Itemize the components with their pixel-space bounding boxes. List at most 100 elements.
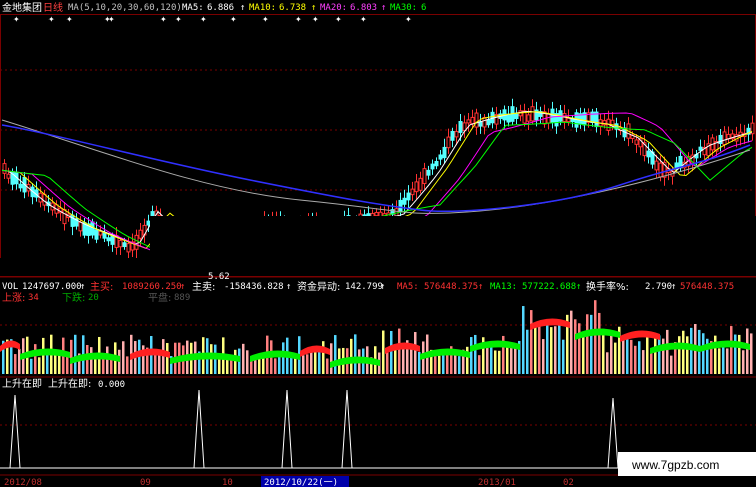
volume-bar bbox=[626, 335, 629, 374]
volume-bar bbox=[642, 350, 645, 374]
occlusion-band bbox=[0, 258, 190, 276]
volume-bar bbox=[246, 350, 249, 374]
volume-bar bbox=[302, 355, 305, 374]
candle-body bbox=[634, 139, 639, 145]
volume-bar bbox=[630, 339, 633, 374]
ma20-label: MA20: bbox=[320, 3, 347, 13]
x-tick-label: 02 bbox=[563, 478, 574, 487]
volume-bar bbox=[682, 330, 685, 374]
flat-count-label: 平盘: bbox=[148, 291, 171, 304]
volume-bar bbox=[294, 357, 297, 374]
candle-body bbox=[78, 221, 83, 232]
volume-bar bbox=[570, 310, 573, 374]
ma20-arrow: ↑ bbox=[381, 3, 386, 13]
candle-body bbox=[426, 169, 431, 176]
signal-marker-icon: ✦ bbox=[312, 15, 319, 24]
volume-bar bbox=[578, 323, 581, 374]
candle-body bbox=[134, 234, 139, 250]
turnover-label: 换手率%: bbox=[586, 280, 629, 293]
volume-bar bbox=[42, 337, 45, 374]
volume-bar bbox=[522, 306, 525, 374]
volume-bar bbox=[70, 339, 73, 374]
main-sell-label: 主卖: bbox=[192, 281, 215, 293]
indicator-line-label: 上升在即: bbox=[48, 378, 91, 390]
fund-flow-value: 142.799 bbox=[345, 282, 383, 292]
fund-flow-label: 资金异动: bbox=[297, 280, 340, 293]
main-buy-value: 1089260.250 bbox=[122, 282, 182, 292]
period-label[interactable]: 日线 bbox=[43, 1, 63, 14]
candle-body bbox=[474, 112, 479, 128]
candle-body bbox=[526, 114, 531, 122]
volume-bar bbox=[534, 324, 537, 374]
volume-bar bbox=[582, 333, 585, 374]
volume-bar bbox=[702, 333, 705, 374]
volume-bar bbox=[318, 351, 321, 374]
volume-bar bbox=[226, 358, 229, 374]
volume-bar bbox=[730, 326, 733, 374]
volume-bar bbox=[334, 335, 337, 374]
volume-bar bbox=[722, 343, 725, 374]
volume-bar bbox=[586, 314, 589, 374]
up-count-value: 34 bbox=[28, 293, 39, 303]
candle-body bbox=[450, 131, 455, 141]
candle-body bbox=[458, 121, 463, 133]
volume-bar bbox=[734, 334, 737, 374]
candle-body bbox=[402, 197, 407, 205]
volume-bar bbox=[354, 334, 357, 374]
volume-bar bbox=[746, 328, 749, 374]
candle-body bbox=[658, 162, 663, 178]
stock-name: 金地集团 bbox=[2, 1, 42, 14]
ma10-value: 6.738 bbox=[279, 3, 306, 13]
volume-bar bbox=[750, 333, 753, 374]
main-sell-value: -158436.828 bbox=[224, 282, 284, 292]
volume-bar bbox=[90, 347, 93, 374]
x-tick-label: 2013/01 bbox=[478, 478, 516, 487]
candle-body bbox=[654, 160, 659, 171]
volume-bar bbox=[646, 336, 649, 374]
volume-bar bbox=[158, 354, 161, 374]
candle-body bbox=[146, 220, 151, 226]
volume-bar bbox=[386, 351, 389, 374]
ma60-line bbox=[1, 119, 751, 214]
volume-bar bbox=[258, 357, 261, 374]
occlusion-band bbox=[150, 216, 756, 276]
vol-arrow: ↑ bbox=[80, 282, 85, 292]
volume-bar bbox=[650, 352, 653, 374]
ma10-label: MA10: bbox=[249, 3, 276, 13]
candle-body bbox=[506, 113, 511, 123]
candle-body bbox=[126, 243, 131, 253]
indicator-spike bbox=[193, 389, 205, 469]
candle-body bbox=[106, 237, 111, 242]
volume-bar bbox=[106, 346, 109, 374]
volume-bar bbox=[398, 328, 401, 374]
volume-bar bbox=[466, 346, 469, 374]
candle-body bbox=[434, 160, 439, 167]
volume-bar bbox=[602, 328, 605, 374]
volume-bar bbox=[414, 332, 417, 374]
volume-bar bbox=[654, 335, 657, 374]
candle-body bbox=[454, 131, 459, 138]
volume-bar bbox=[350, 338, 353, 374]
signal-marker-icon: ✦ bbox=[108, 15, 115, 24]
ma-params: MA(5,10,20,30,60,120) bbox=[68, 3, 182, 13]
stock-chart[interactable]: 金地集团 日线 MA(5,10,20,30,60,120) MA5: 6.886… bbox=[0, 0, 756, 487]
indicator-spike bbox=[607, 397, 619, 469]
flat-count-value: 889 bbox=[174, 293, 190, 303]
volume-bar bbox=[614, 342, 617, 374]
x-tick-label-selected[interactable]: 2012/10/22(一) bbox=[264, 478, 338, 487]
signal-marker-icon: ✦ bbox=[66, 15, 73, 24]
volume-bar bbox=[74, 334, 77, 374]
candle-body bbox=[546, 113, 551, 124]
volume-bar bbox=[18, 348, 21, 374]
volume-bar bbox=[558, 323, 561, 374]
ma5-label: MA5: bbox=[182, 3, 204, 13]
volume-bar bbox=[410, 346, 413, 374]
volume-bar bbox=[470, 337, 473, 374]
volume-bar bbox=[242, 343, 245, 374]
volume-bar bbox=[554, 326, 557, 374]
signal-marker-icon: ✦ bbox=[48, 15, 55, 24]
down-count-label: 下跌: bbox=[62, 291, 85, 304]
volume-bar bbox=[498, 350, 501, 374]
ma30-label: MA30: bbox=[390, 3, 417, 13]
signal-marker-icon: ✦ bbox=[262, 15, 269, 24]
